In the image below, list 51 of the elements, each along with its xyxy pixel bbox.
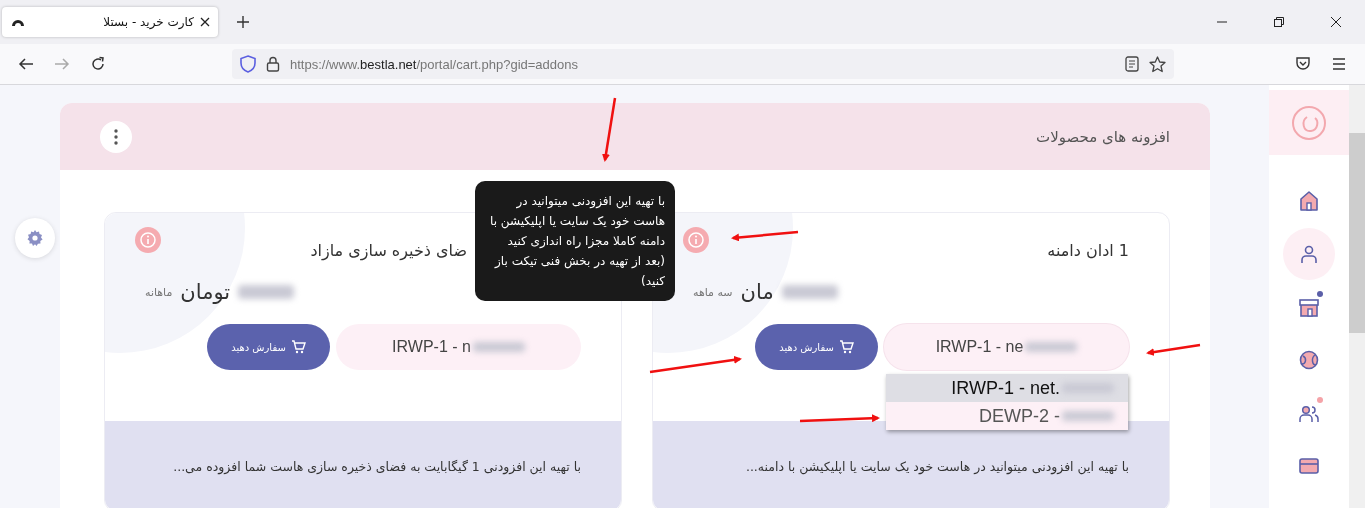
globe-icon (1298, 349, 1320, 371)
shield-icon[interactable] (240, 55, 256, 73)
user-icon (1298, 243, 1320, 265)
cart-icon (290, 340, 306, 354)
menu-icon[interactable] (1331, 57, 1347, 71)
sidebar-item[interactable] (1283, 228, 1335, 280)
card-icon (1298, 455, 1320, 477)
store-icon (1298, 296, 1320, 318)
new-tab-icon[interactable] (236, 15, 250, 29)
close-icon[interactable] (200, 17, 210, 27)
browser-tab[interactable]: کارت خرید - بستلا (2, 7, 218, 37)
redacted-text (781, 285, 838, 299)
tab-title: کارت خرید - بستلا (102, 15, 194, 29)
more-button[interactable] (100, 120, 132, 153)
price-currency: مان (740, 280, 774, 304)
address-bar[interactable]: https://www.bestla.net/portal/cart.php?gid=addons (232, 49, 1174, 79)
home-icon (1298, 190, 1320, 212)
settings-button[interactable] (15, 218, 55, 258)
domain-select[interactable]: IRWP-1 - n (336, 324, 581, 370)
lock-icon[interactable] (266, 56, 280, 72)
order-button[interactable]: سفارش دهید (755, 324, 878, 370)
scrollbar-thumb[interactable] (1349, 133, 1365, 333)
restore-icon[interactable] (1273, 16, 1285, 28)
billing-period: سه ماهه (693, 285, 733, 299)
logo-icon (1291, 104, 1327, 141)
billing-period: ماهانه (145, 285, 173, 299)
settings-icon (26, 229, 44, 247)
addon-description: با تهیه این افزودنی 1 گیگابایت به فضای ذخیره سازی هاست شما افزوده می... (173, 458, 581, 474)
reader-view-icon[interactable] (1125, 56, 1139, 72)
annotation-arrow (602, 97, 617, 162)
cart-icon (838, 340, 854, 354)
annotation-arrow (731, 230, 799, 242)
reload-icon[interactable] (90, 56, 106, 72)
price-currency: تومان (180, 280, 231, 304)
back-icon[interactable] (18, 56, 34, 72)
addon-title: ضای ذخیره سازی مازاد (310, 241, 467, 260)
addon-title: 1 ادان دامنه (1047, 241, 1129, 260)
tooltip: با تهیه این افزودنی میتوانید در هاست خود یک سایت یا اپلیکیشن با دامنه کاملا مجزا راه اندازی کنید (بعد از تهیه در بخش فنی تیکت باز کنید) (475, 181, 675, 301)
addon-description: با تهیه این افزودنی میتوانید در هاست خود یک سایت یا اپلیکیشن با دامنه... (745, 458, 1129, 474)
redacted-text (238, 285, 295, 299)
url-text: https://www.bestla.net/portal/cart.php?gid=addons (290, 56, 578, 72)
order-button[interactable]: سفارش دهید (207, 324, 330, 370)
more-icon (114, 128, 118, 145)
close-icon[interactable] (1330, 16, 1342, 28)
page-title: افزونه های محصولات (1036, 127, 1170, 146)
annotation-arrow (1146, 343, 1201, 357)
dropdown-option[interactable]: IRWP-1 - net. (886, 374, 1128, 402)
dropdown-option[interactable]: DEWP-2 - (886, 402, 1128, 430)
pocket-icon[interactable] (1295, 56, 1311, 72)
domain-select[interactable]: IRWP-1 - ne (884, 324, 1129, 370)
star-icon[interactable] (1149, 55, 1166, 73)
